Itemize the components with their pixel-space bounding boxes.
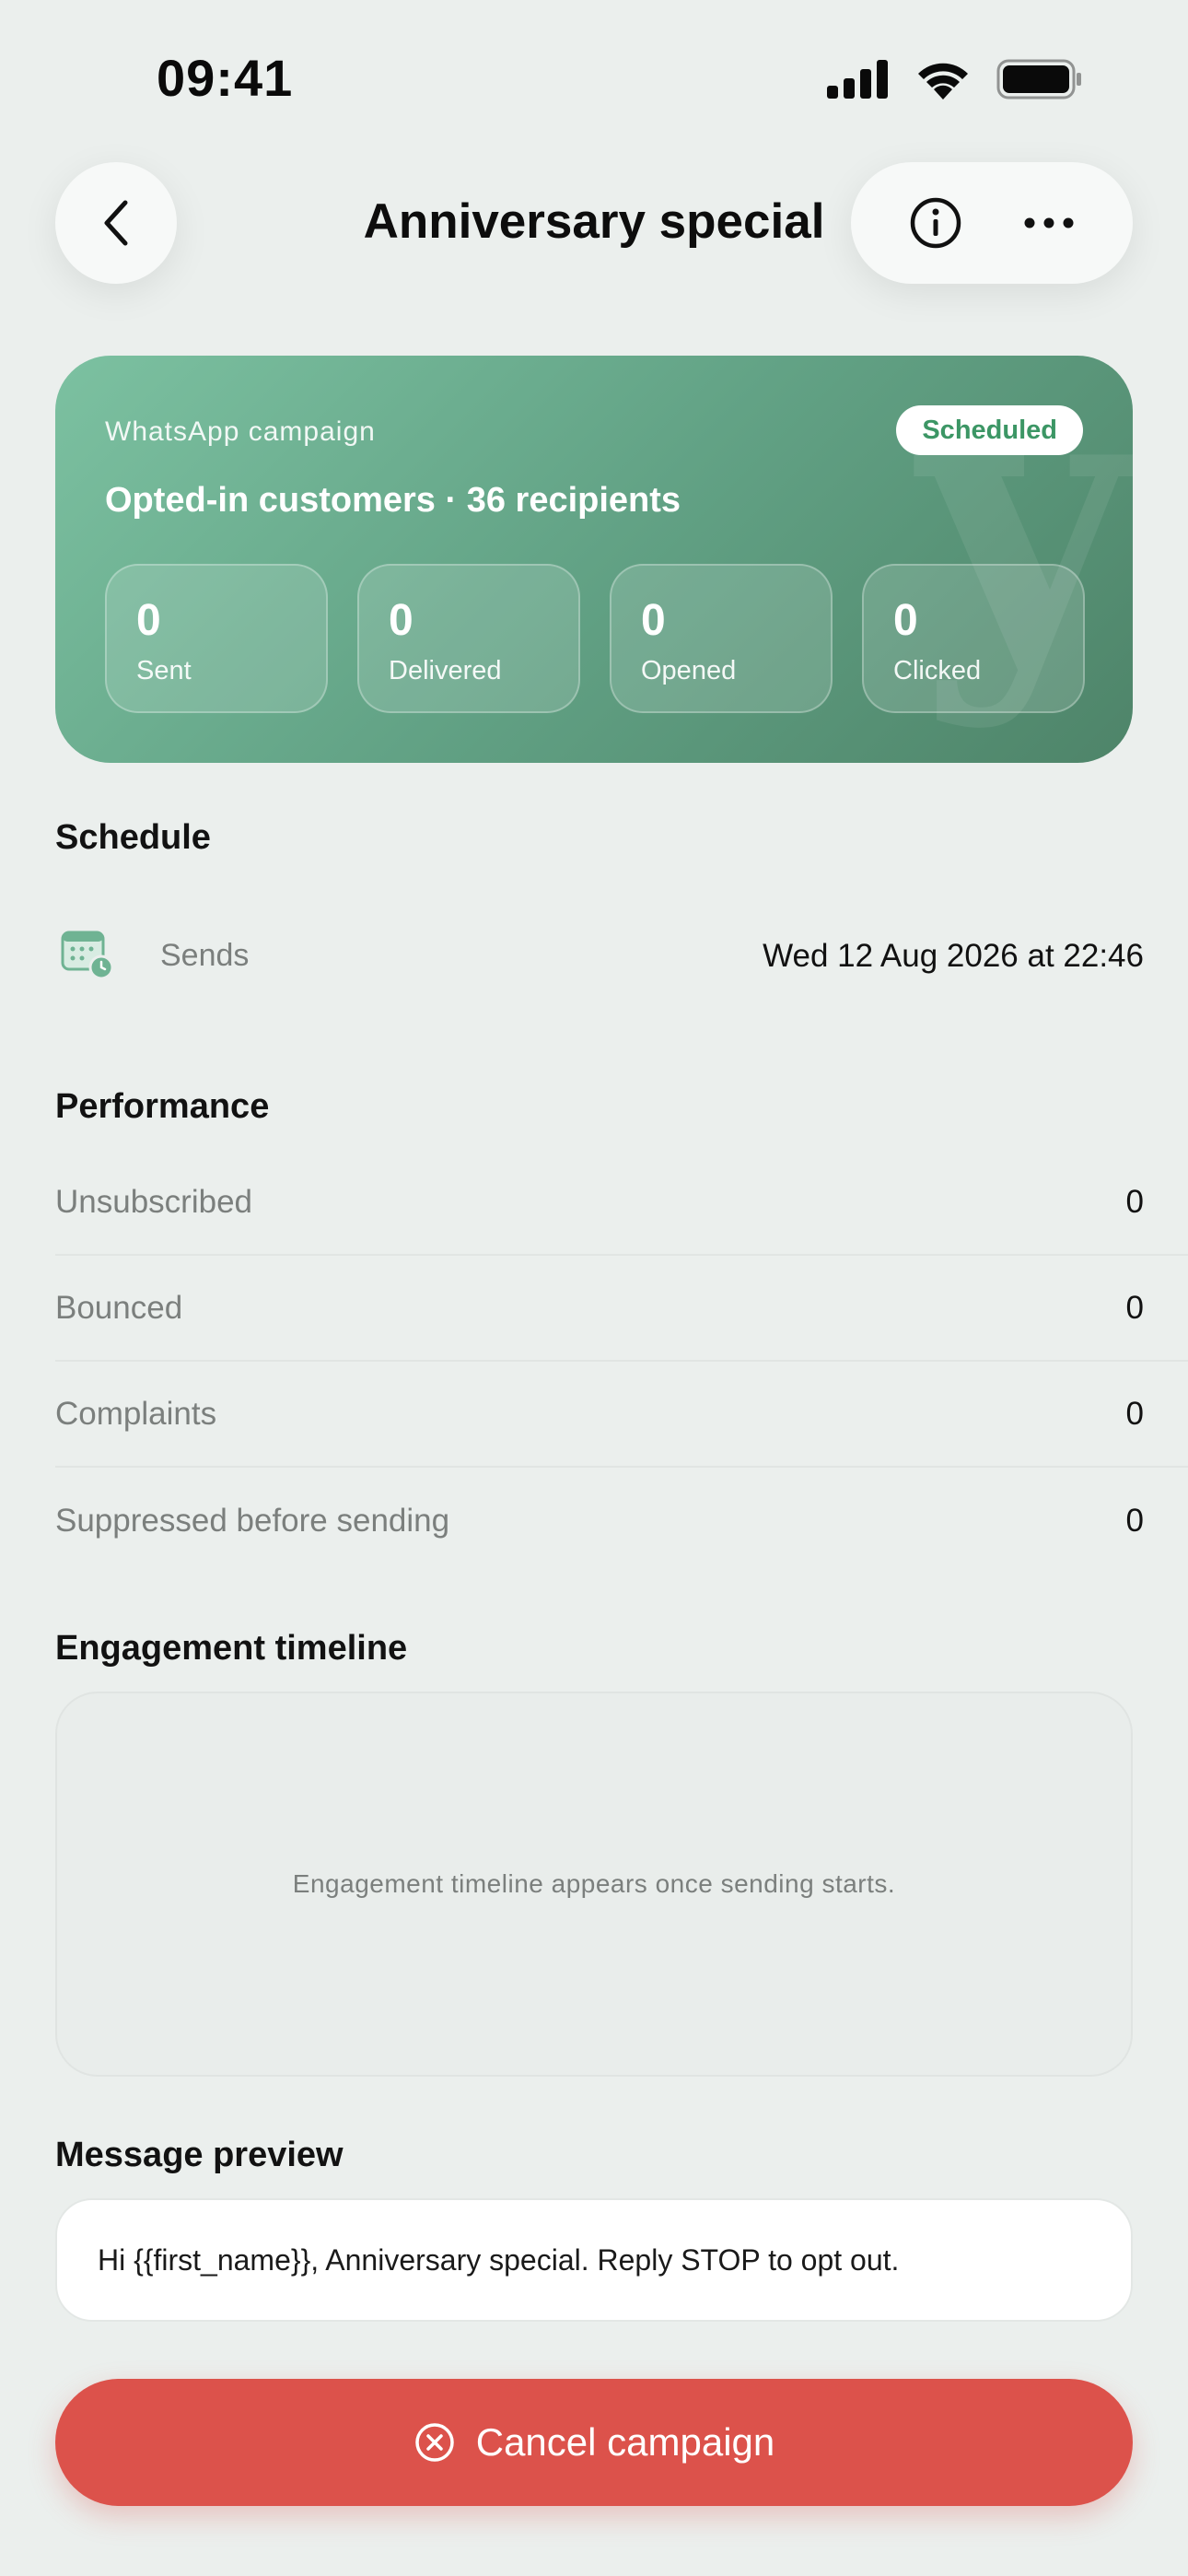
stats-row: 0 Sent 0 Delivered 0 Opened 0 Clicked	[105, 564, 1085, 713]
stat-sent: 0 Sent	[105, 564, 328, 713]
cancel-campaign-button[interactable]: Cancel campaign	[55, 2379, 1133, 2506]
status-bar: 09:41	[0, 0, 1188, 157]
close-circle-icon	[414, 2423, 454, 2462]
stat-value: 0	[136, 596, 161, 645]
performance-label: Bounced	[55, 1289, 183, 1326]
stat-label: Clicked	[893, 656, 982, 685]
timeline-heading: Engagement timeline	[55, 1629, 408, 1668]
stat-delivered: 0 Delivered	[357, 564, 580, 713]
schedule-row: Sends Wed 12 Aug 2026 at 22:46	[55, 925, 1144, 988]
stat-clicked: 0 Clicked	[862, 564, 1085, 713]
stat-label: Sent	[136, 656, 192, 685]
message-preview: Hi {{first_name}}, Anniversary special. …	[55, 2198, 1133, 2322]
schedule-heading: Schedule	[55, 818, 211, 857]
performance-list: Unsubscribed 0 Bounced 0 Complaints 0 Su…	[55, 1150, 1188, 1574]
stat-label: Opened	[641, 656, 737, 685]
info-icon	[910, 197, 961, 249]
performance-value: 0	[1125, 1395, 1144, 1432]
performance-label: Suppressed before sending	[55, 1502, 450, 1539]
performance-row-bounced: Bounced 0	[55, 1256, 1188, 1362]
performance-row-complaints: Complaints 0	[55, 1362, 1188, 1468]
performance-value: 0	[1125, 1183, 1144, 1220]
cellular-signal-icon	[827, 60, 888, 99]
campaign-audience: Opted-in customers · 36 recipients	[105, 481, 681, 520]
info-button[interactable]	[899, 186, 973, 260]
engagement-timeline: Engagement timeline appears once sending…	[55, 1692, 1133, 2077]
message-preview-text: Hi {{first_name}}, Anniversary special. …	[98, 2242, 900, 2277]
schedule-datetime: Wed 12 Aug 2026 at 22:46	[763, 938, 1144, 974]
performance-row-unsubscribed: Unsubscribed 0	[55, 1150, 1188, 1256]
performance-row-suppressed: Suppressed before sending 0	[55, 1468, 1188, 1574]
stat-value: 0	[641, 596, 666, 645]
performance-value: 0	[1125, 1289, 1144, 1326]
performance-heading: Performance	[55, 1087, 270, 1126]
preview-heading: Message preview	[55, 2136, 344, 2174]
wifi-icon	[918, 63, 968, 100]
stat-value: 0	[893, 596, 918, 645]
stat-label: Delivered	[389, 656, 502, 685]
campaign-summary-card: y WhatsApp campaign Scheduled Opted-in c…	[55, 356, 1133, 763]
performance-value: 0	[1125, 1502, 1144, 1539]
calendar-clock-icon	[61, 931, 114, 980]
cancel-campaign-label: Cancel campaign	[475, 2420, 775, 2464]
performance-label: Unsubscribed	[55, 1183, 252, 1220]
status-time: 09:41	[157, 49, 294, 107]
stat-value: 0	[389, 596, 413, 645]
schedule-label: Sends	[160, 938, 250, 973]
status-badge: Scheduled	[896, 405, 1083, 455]
campaign-channel-label: WhatsApp campaign	[105, 416, 376, 447]
stat-opened: 0 Opened	[610, 564, 833, 713]
nav-actions	[851, 162, 1133, 284]
more-horizontal-icon	[1024, 217, 1073, 228]
timeline-empty-message: Engagement timeline appears once sending…	[292, 1869, 896, 1898]
status-icons	[827, 59, 1083, 100]
battery-icon	[996, 59, 1081, 100]
performance-label: Complaints	[55, 1395, 217, 1432]
more-button[interactable]	[1012, 186, 1086, 260]
